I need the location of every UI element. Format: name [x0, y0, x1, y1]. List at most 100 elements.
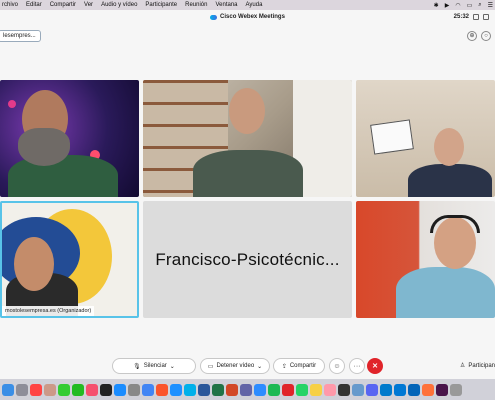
- person-head: [14, 237, 54, 291]
- menu-ayuda[interactable]: Ayuda: [246, 2, 263, 8]
- participants-label: Participan: [468, 362, 495, 369]
- chevron-down-icon: ⌄: [169, 363, 175, 370]
- meeting-clock: 25:32: [453, 14, 469, 20]
- menu-audio-video[interactable]: Audio y vídeo: [101, 2, 137, 8]
- title-bar: Cisco Webex Meetings 25:32: [0, 10, 495, 24]
- chrome-icon[interactable]: [142, 383, 154, 396]
- search-icon[interactable]: ⌕: [478, 2, 481, 9]
- bluetooth-icon[interactable]: ✱: [434, 2, 439, 9]
- person-body: [8, 155, 118, 197]
- messages-icon[interactable]: [58, 383, 70, 396]
- share-button[interactable]: ⇪ Compartir: [273, 358, 325, 374]
- reactions-button[interactable]: ☺: [329, 358, 345, 374]
- firefox-icon[interactable]: [422, 383, 434, 396]
- video-tile-name-only[interactable]: Francisco-Psicotécnic...: [143, 201, 352, 318]
- person-head: [229, 88, 265, 134]
- meeting-controls: 🎙 Silenciar ⌄ ▭ Detener vídeo ⌄ ⇪ Compar…: [0, 358, 495, 376]
- person-body: [193, 150, 303, 197]
- appstore-icon[interactable]: [114, 383, 126, 396]
- microphone-icon: 🎙: [133, 363, 141, 370]
- meeting-info-chip[interactable]: lesempres...: [0, 30, 41, 42]
- preview-icon[interactable]: [352, 383, 364, 396]
- stop-video-button[interactable]: ▭ Detener vídeo ⌄: [200, 358, 270, 374]
- play-icon[interactable]: ▶: [445, 2, 450, 9]
- excel-icon[interactable]: [212, 383, 224, 396]
- control-center-icon[interactable]: ☰: [488, 2, 493, 9]
- vscode-icon[interactable]: [380, 383, 392, 396]
- video-tile-organizer[interactable]: mostolesempresa.es (Organizador): [0, 201, 139, 318]
- menu-items: rchivo Editar Compartir Ver Audio y víde…: [0, 2, 262, 8]
- end-meeting-button[interactable]: ✕: [367, 358, 383, 374]
- mute-label: Silenciar: [143, 363, 167, 369]
- share-label: Compartir: [289, 363, 317, 369]
- menu-editar[interactable]: Editar: [26, 2, 42, 8]
- slack-icon[interactable]: [436, 383, 448, 396]
- menu-archivo[interactable]: rchivo: [2, 2, 18, 8]
- menu-reunion[interactable]: Reunión: [185, 2, 207, 8]
- zoom-icon[interactable]: ⊕: [467, 31, 477, 41]
- person-head: [434, 128, 464, 166]
- menu-compartir[interactable]: Compartir: [50, 2, 76, 8]
- video-tile-2[interactable]: [143, 80, 352, 197]
- video-tile-1[interactable]: [0, 80, 139, 197]
- video-tile-3[interactable]: [356, 80, 495, 197]
- minimize-window-icon[interactable]: [473, 14, 479, 20]
- powerpoint-icon[interactable]: [226, 383, 238, 396]
- headset-icon: [430, 215, 480, 233]
- brave-icon[interactable]: [156, 383, 168, 396]
- music-icon[interactable]: [86, 383, 98, 396]
- participants-button[interactable]: ♙ Participan: [459, 362, 495, 370]
- finder-icon[interactable]: [2, 383, 14, 396]
- trash-icon[interactable]: [450, 383, 462, 396]
- safari-icon[interactable]: [170, 383, 182, 396]
- beard: [18, 128, 70, 166]
- zoom-icon[interactable]: [254, 383, 266, 396]
- organizer-name-label: mostolesempresa.es (Organizador): [2, 306, 95, 316]
- person-icon: ♙: [459, 363, 466, 369]
- stage-light: [8, 100, 16, 108]
- participant-name: Francisco-Psicotécnic...: [155, 249, 340, 269]
- discord-icon[interactable]: [366, 383, 378, 396]
- notes-icon[interactable]: [310, 383, 322, 396]
- more-options-button[interactable]: ···: [349, 358, 365, 374]
- video-tile-6[interactable]: [356, 201, 495, 318]
- webex-logo-icon: [210, 14, 218, 20]
- terminal-icon[interactable]: [338, 383, 350, 396]
- battery-icon[interactable]: ▭: [467, 2, 473, 9]
- window-title: Cisco Webex Meetings: [220, 14, 285, 20]
- tv-icon[interactable]: [100, 383, 112, 396]
- maximize-window-icon[interactable]: [483, 14, 489, 20]
- webex-icon[interactable]: [184, 383, 196, 396]
- settings-icon[interactable]: [128, 383, 140, 396]
- spotify-icon[interactable]: [268, 383, 280, 396]
- menu-ventana[interactable]: Ventana: [215, 2, 237, 8]
- chevron-down-icon: ⌄: [257, 363, 263, 370]
- photos-icon[interactable]: [324, 383, 336, 396]
- person-body: [408, 164, 492, 197]
- macos-dock: [0, 379, 495, 400]
- onedrive-icon[interactable]: [408, 383, 420, 396]
- more-label: ···: [353, 362, 361, 370]
- word-icon[interactable]: [198, 383, 210, 396]
- menu-ver[interactable]: Ver: [84, 2, 93, 8]
- menu-bar: rchivo Editar Compartir Ver Audio y víde…: [0, 0, 495, 10]
- launchpad-icon[interactable]: [16, 383, 28, 396]
- mute-button[interactable]: 🎙 Silenciar ⌄: [112, 358, 196, 374]
- acrobat-icon[interactable]: [282, 383, 294, 396]
- wall-frame: [370, 119, 414, 155]
- calendar-icon[interactable]: [30, 383, 42, 396]
- status-icons: ✱ ▶ ◠ ▭ ⌕ ☰: [434, 0, 493, 10]
- share-icon: ⇪: [281, 363, 287, 370]
- whatsapp-icon[interactable]: [296, 383, 308, 396]
- layout-controls: ⊕ ○: [467, 31, 491, 41]
- camera-icon: ▭: [207, 363, 214, 370]
- facetime-icon[interactable]: [72, 383, 84, 396]
- layout-icon[interactable]: ○: [481, 31, 491, 41]
- teams-icon[interactable]: [240, 383, 252, 396]
- outlook-icon[interactable]: [394, 383, 406, 396]
- menu-participante[interactable]: Participante: [145, 2, 177, 8]
- wifi-icon[interactable]: ◠: [455, 2, 460, 9]
- person-body: [396, 267, 495, 318]
- stop-video-label: Detener vídeo: [216, 363, 255, 369]
- contacts-icon[interactable]: [44, 383, 56, 396]
